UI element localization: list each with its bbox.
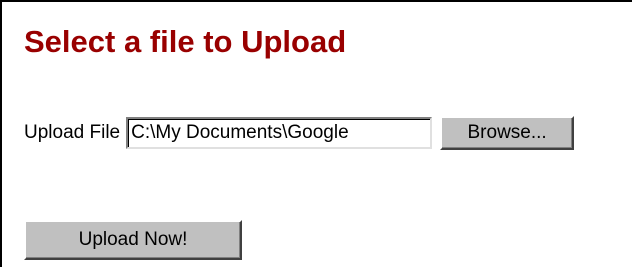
file-path-input[interactable] bbox=[126, 117, 433, 149]
browse-button[interactable]: Browse... bbox=[440, 116, 575, 150]
upload-now-button[interactable]: Upload Now! bbox=[24, 220, 242, 260]
page-title: Select a file to Upload bbox=[24, 24, 347, 59]
upload-file-label: Upload File bbox=[24, 122, 121, 143]
upload-file-row: Upload File Browse... bbox=[24, 115, 575, 151]
